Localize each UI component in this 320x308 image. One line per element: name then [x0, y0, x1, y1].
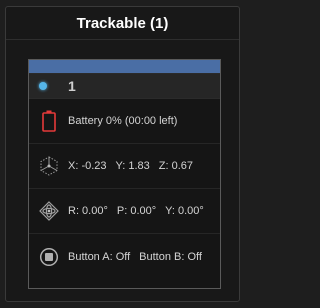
trackable-id: 1 [68, 78, 76, 94]
rotation-row: R: 0.00° P: 0.00° Y: 0.00° [29, 189, 220, 234]
battery-row: Battery 0% (00:00 left) [29, 99, 220, 144]
buttons-row: Button A: Off Button B: Off [29, 234, 220, 279]
rotation-gizmo-icon [38, 200, 60, 222]
status-indicator-icon [39, 82, 47, 90]
trackable-panel: Trackable (1) 1 Battery 0% (00:00 left) [5, 6, 240, 302]
rotation-yaw: Y: 0.00° [165, 205, 204, 217]
button-a-state: Button A: Off [68, 250, 131, 263]
trackable-color-strip [29, 60, 220, 74]
position-z: Z: 0.67 [158, 160, 194, 172]
position-values: X: -0.23 Y: 1.83 Z: 0.67 [68, 160, 193, 172]
button-b-state: Button B: Off [139, 250, 202, 263]
button-icon [38, 246, 60, 268]
rotation-values: R: 0.00° P: 0.00° Y: 0.00° [68, 205, 204, 217]
trackable-card[interactable]: 1 Battery 0% (00:00 left) X: -0.23 Y: 1.… [28, 59, 221, 289]
battery-empty-icon [38, 110, 60, 132]
position-y: Y: 1.83 [115, 160, 150, 172]
position-row: X: -0.23 Y: 1.83 Z: 0.67 [29, 144, 220, 189]
rotation-pitch: P: 0.00° [116, 205, 157, 217]
position-axes-icon [38, 155, 60, 177]
rotation-roll: R: 0.00° [68, 205, 108, 217]
panel-title: Trackable (1) [6, 7, 239, 40]
button-states: Button A: Off Button B: Off [68, 251, 202, 263]
battery-text: Battery 0% (00:00 left) [68, 115, 178, 127]
trackable-id-row: 1 [29, 74, 220, 99]
position-x: X: -0.23 [68, 160, 107, 172]
